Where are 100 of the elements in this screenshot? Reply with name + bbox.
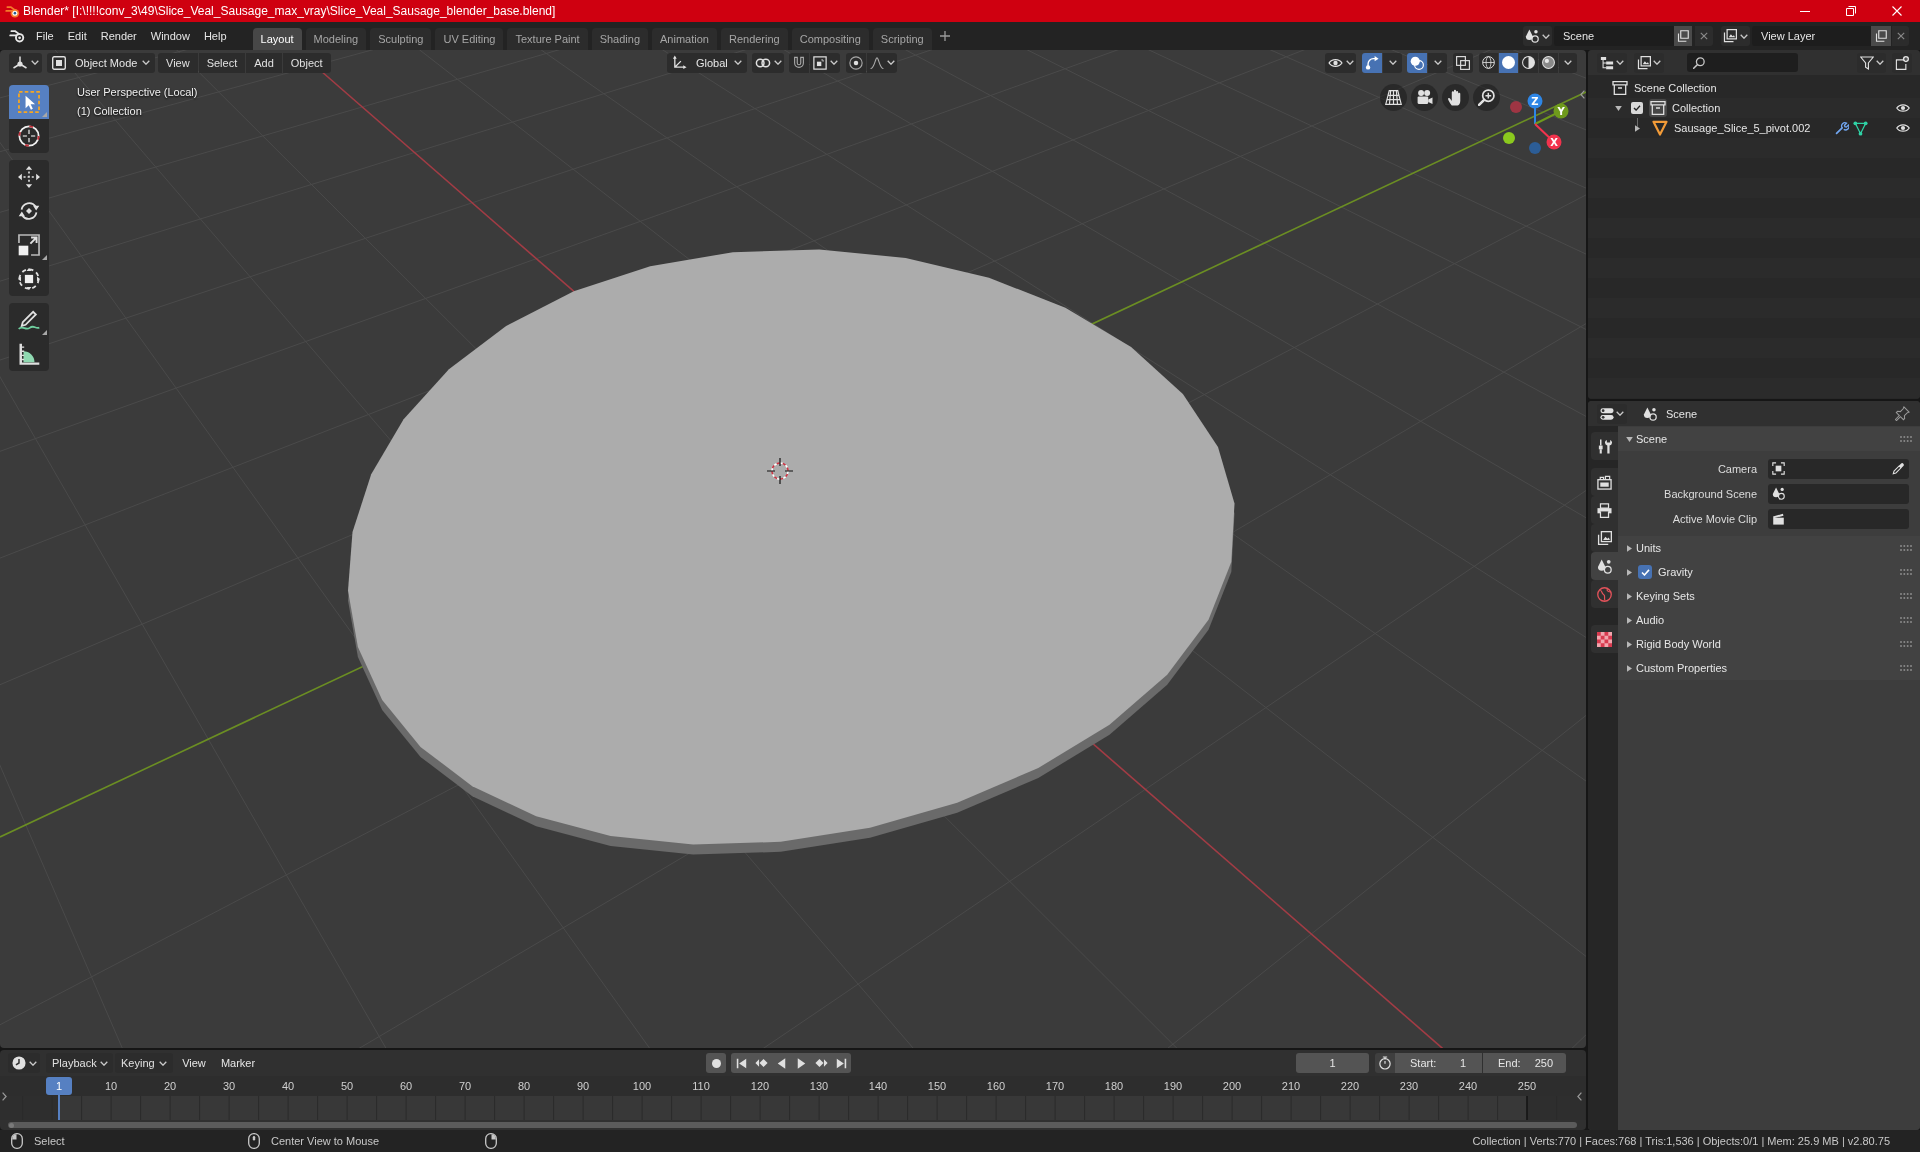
proportional-edit-toggle[interactable] bbox=[846, 52, 866, 73]
exclude-checkbox[interactable] bbox=[1631, 102, 1643, 114]
jump-to-end-button[interactable] bbox=[831, 1053, 851, 1073]
scene-selector-button[interactable] bbox=[1523, 26, 1552, 46]
snap-target-dropdown[interactable] bbox=[810, 52, 840, 73]
disclosure-triangle-icon[interactable] bbox=[1627, 640, 1632, 648]
menu-item[interactable]: Render bbox=[93, 26, 144, 46]
panel-title[interactable]: Custom Properties bbox=[1636, 662, 1728, 674]
pin-icon[interactable] bbox=[1895, 406, 1910, 421]
rendered-shading-button[interactable] bbox=[1539, 52, 1558, 73]
material-shading-button[interactable] bbox=[1519, 52, 1538, 73]
visibility-dropdown[interactable] bbox=[1325, 52, 1356, 73]
menu-item[interactable]: Marker bbox=[215, 1053, 261, 1073]
eye-icon[interactable] bbox=[1896, 103, 1910, 113]
workspace-tab[interactable]: Shading bbox=[591, 28, 649, 50]
annotate-tool[interactable] bbox=[9, 303, 49, 337]
pivot-dropdown[interactable] bbox=[752, 52, 784, 73]
solid-shading-button[interactable] bbox=[1499, 52, 1518, 73]
workspace-tab[interactable]: Layout bbox=[252, 28, 302, 50]
movie-clip-field[interactable] bbox=[1768, 508, 1909, 529]
texture-tab[interactable] bbox=[1591, 625, 1618, 653]
panel-checkbox[interactable] bbox=[1638, 565, 1652, 579]
panel-title[interactable]: Rigid Body World bbox=[1636, 638, 1721, 650]
editor-type-button[interactable] bbox=[1597, 403, 1627, 424]
display-mode-dropdown[interactable] bbox=[1597, 52, 1627, 73]
keyframe-track[interactable] bbox=[0, 1096, 1586, 1120]
editor-type-button[interactable] bbox=[9, 52, 42, 73]
wrench-icon[interactable] bbox=[1835, 120, 1849, 135]
menu-item[interactable]: Object bbox=[282, 52, 331, 73]
sidebar-toggle-icon[interactable] bbox=[1580, 90, 1585, 99]
workspace-tab[interactable]: Rendering bbox=[720, 28, 788, 50]
view-layer-tab[interactable] bbox=[1591, 524, 1618, 552]
wireframe-shading-button[interactable] bbox=[1479, 52, 1498, 73]
workspace-tab[interactable]: Scripting bbox=[872, 28, 932, 50]
remove-view-layer-button[interactable] bbox=[1892, 26, 1909, 46]
panel-title[interactable]: Units bbox=[1636, 542, 1662, 554]
workspace-tab[interactable]: Sculpting bbox=[370, 28, 432, 50]
background-scene-field[interactable] bbox=[1768, 483, 1909, 504]
region-toggle-icon[interactable] bbox=[1577, 1092, 1582, 1101]
panel-title[interactable]: Keying Sets bbox=[1636, 590, 1695, 602]
disclosure-triangle-icon[interactable] bbox=[1627, 664, 1632, 672]
menu-dropdown[interactable]: Playback bbox=[46, 1053, 113, 1073]
menu-item[interactable]: Window bbox=[143, 26, 197, 46]
falloff-dropdown[interactable] bbox=[867, 52, 897, 73]
panel-title[interactable]: Audio bbox=[1636, 614, 1665, 626]
menu-item[interactable]: Edit bbox=[60, 26, 94, 46]
shading-options-dropdown[interactable] bbox=[1559, 52, 1577, 73]
playhead[interactable]: 1 bbox=[46, 1077, 72, 1120]
search-field[interactable] bbox=[1687, 53, 1798, 72]
auto-keying-toggle[interactable] bbox=[706, 1053, 726, 1073]
disclosure-triangle-icon[interactable] bbox=[1626, 436, 1633, 442]
orientation-dropdown[interactable]: Global bbox=[667, 52, 747, 73]
menu-item[interactable]: Help bbox=[196, 26, 234, 46]
preview-range-toggle[interactable] bbox=[1375, 1053, 1395, 1073]
current-frame-field[interactable]: 1 bbox=[1296, 1053, 1369, 1073]
world-tab[interactable] bbox=[1591, 580, 1618, 608]
zoom-view-button[interactable] bbox=[1473, 84, 1500, 111]
workspace-tab[interactable]: Animation bbox=[652, 28, 717, 50]
disclosure-triangle-icon[interactable] bbox=[1615, 105, 1622, 111]
camera-view-button[interactable] bbox=[1411, 84, 1438, 111]
eye-icon[interactable] bbox=[1896, 123, 1910, 133]
panel-title[interactable]: Scene bbox=[1636, 433, 1668, 445]
disclosure-triangle-icon[interactable] bbox=[1635, 124, 1640, 132]
disclosure-triangle-icon[interactable] bbox=[1627, 616, 1632, 624]
overlay-toggle[interactable] bbox=[1407, 52, 1427, 73]
select-box-tool[interactable] bbox=[9, 85, 49, 119]
tool-tab[interactable] bbox=[1591, 432, 1618, 460]
scene-name-field[interactable]: Scene bbox=[1554, 26, 1674, 46]
cursor-tool[interactable] bbox=[9, 119, 49, 153]
menu-dropdown[interactable]: Keying bbox=[115, 1053, 173, 1073]
measure-tool[interactable] bbox=[9, 337, 49, 371]
remove-scene-button[interactable] bbox=[1695, 26, 1713, 46]
menu-item[interactable]: Add bbox=[246, 52, 282, 73]
snap-toggle[interactable] bbox=[789, 52, 809, 73]
scene-tab[interactable] bbox=[1591, 552, 1618, 580]
jump-to-start-button[interactable] bbox=[731, 1053, 751, 1073]
negative-axis-handle[interactable] bbox=[1529, 142, 1541, 154]
render-tab[interactable] bbox=[1591, 468, 1618, 496]
workspace-tab[interactable]: UV Editing bbox=[435, 28, 504, 50]
overlay-options-dropdown[interactable] bbox=[1428, 52, 1447, 73]
view-layer-name-field[interactable]: View Layer bbox=[1752, 26, 1871, 46]
disclosure-triangle-icon[interactable] bbox=[1627, 592, 1632, 600]
filter-dropdown[interactable] bbox=[1857, 52, 1886, 73]
move-tool[interactable] bbox=[9, 160, 49, 194]
workspace-tab[interactable]: Compositing bbox=[791, 28, 869, 50]
menu-item[interactable]: View bbox=[158, 52, 198, 73]
mode-dropdown[interactable]: Object Mode bbox=[47, 52, 155, 73]
disclosure-triangle-icon[interactable] bbox=[1627, 568, 1632, 576]
perspective-toggle-button[interactable] bbox=[1380, 84, 1407, 111]
negative-axis-handle[interactable] bbox=[1503, 132, 1515, 144]
mesh-data-icon[interactable] bbox=[1853, 120, 1868, 136]
new-scene-button[interactable] bbox=[1674, 26, 1692, 46]
disclosure-triangle-icon[interactable] bbox=[1627, 544, 1632, 552]
gizmo-options-dropdown[interactable] bbox=[1383, 52, 1402, 73]
camera-field[interactable] bbox=[1768, 458, 1909, 479]
workspace-tab[interactable]: Modeling bbox=[305, 28, 367, 50]
transform-tool[interactable] bbox=[9, 262, 49, 296]
view-layer-selector-button[interactable] bbox=[1721, 26, 1750, 46]
outliner-item[interactable]: Sausage_Slice_5_pivot.002 bbox=[1674, 122, 1811, 134]
panel-title[interactable]: Gravity bbox=[1658, 566, 1693, 578]
